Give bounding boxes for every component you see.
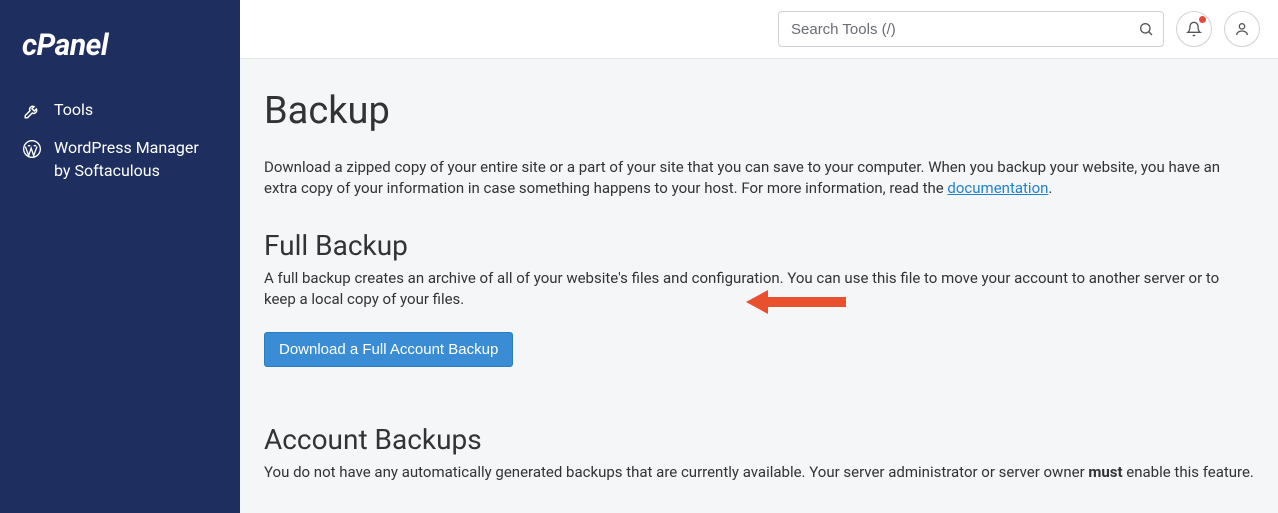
sidebar-item-label: Tools (54, 99, 93, 121)
search-input[interactable] (778, 11, 1164, 47)
intro-text-before: Download a zipped copy of your entire si… (264, 158, 1220, 197)
bell-icon (1186, 21, 1202, 37)
brand-text: cPanel (22, 28, 108, 63)
wordpress-icon (22, 139, 42, 159)
search-icon (1138, 21, 1154, 37)
page-content: Backup Download a zipped copy of your en… (240, 59, 1278, 513)
sidebar-item-tools[interactable]: Tools (0, 91, 240, 129)
notifications-button[interactable] (1176, 11, 1212, 47)
account-backups-after: enable this feature. (1123, 463, 1254, 481)
account-backups-before: You do not have any automatically genera… (264, 463, 1088, 481)
tools-icon (22, 101, 42, 121)
search-button[interactable] (1134, 17, 1158, 41)
intro-text-after: . (1048, 179, 1052, 197)
account-backups-must: must (1088, 463, 1122, 481)
brand-logo: cPanel (0, 18, 240, 91)
account-backups-desc: You do not have any automatically genera… (264, 462, 1254, 483)
sidebar: cPanel Tools WordPress Manager by Softac… (0, 0, 240, 513)
top-bar (240, 0, 1278, 59)
full-backup-heading: Full Backup (264, 229, 1254, 262)
download-full-backup-button[interactable]: Download a Full Account Backup (264, 332, 513, 367)
user-icon (1234, 21, 1250, 37)
page-intro: Download a zipped copy of your entire si… (264, 157, 1254, 199)
page-title: Backup (264, 89, 1254, 133)
documentation-link[interactable]: documentation (947, 179, 1048, 197)
search-wrap (778, 11, 1164, 47)
notification-dot (1199, 16, 1206, 23)
sidebar-item-label: WordPress Manager by Softaculous (54, 137, 218, 182)
sidebar-item-wordpress[interactable]: WordPress Manager by Softaculous (0, 129, 240, 190)
annotation-arrow-icon (746, 287, 848, 317)
user-menu-button[interactable] (1224, 11, 1260, 47)
account-backups-heading: Account Backups (264, 423, 1254, 456)
main-area: Backup Download a zipped copy of your en… (240, 0, 1278, 513)
